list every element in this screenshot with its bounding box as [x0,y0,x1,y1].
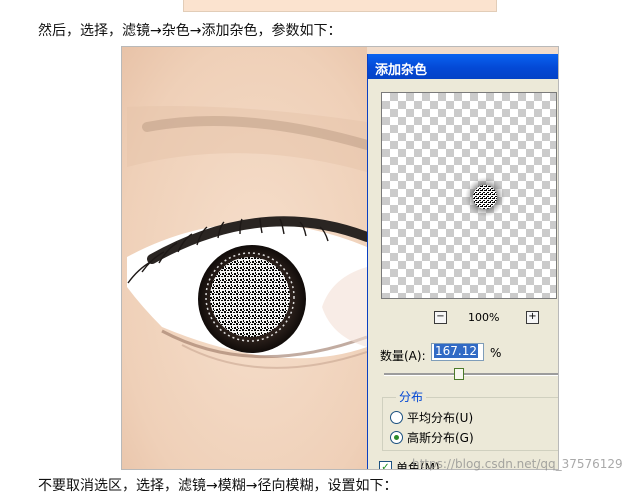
amount-value: 167.12 [434,344,478,358]
uniform-option[interactable]: 平均分布(U) [390,409,473,426]
zoom-level: 100% [468,311,500,324]
zoom-out-button[interactable]: − [434,311,447,324]
dialog-title: 添加杂色 [375,63,428,78]
zoom-in-button[interactable]: + [526,311,539,324]
gaussian-label: 高斯分布(G) [407,431,474,445]
uniform-label: 平均分布(U) [407,411,474,425]
screenshot-frame: 添加杂色 − 100% + 数量(A): 167.12 % 分布 平均分布(U)… [121,46,559,470]
watermark: https://blog.csdn.net/qq_37576129 [412,457,623,471]
eye-photo [122,47,367,469]
amount-slider-thumb[interactable] [454,368,464,380]
amount-slider[interactable] [384,373,558,376]
monochrome-checkbox[interactable]: ✓ [379,461,392,469]
percent-unit: % [490,346,502,360]
add-noise-dialog: 添加杂色 − 100% + 数量(A): 167.12 % 分布 平均分布(U)… [367,54,558,469]
distribution-group-label: 分布 [396,388,427,405]
preview-panel[interactable] [381,92,557,299]
gaussian-radio[interactable] [390,431,403,444]
eye-illustration [122,47,367,469]
amount-input[interactable]: 167.12 [431,343,484,361]
noise-preview-icon [465,177,505,217]
gaussian-option[interactable]: 高斯分布(G) [390,429,474,446]
amount-label: 数量(A): [380,349,426,363]
dialog-titlebar: 添加杂色 [368,54,558,79]
previous-image-edge [183,0,497,12]
bottom-text: 不要取消选区，选择，滤镜→模糊→径向模糊，设置如下： [38,478,398,494]
uniform-radio[interactable] [390,411,403,424]
intro-text: 然后，选择，滤镜→杂色→添加杂色，参数如下： [38,23,342,39]
